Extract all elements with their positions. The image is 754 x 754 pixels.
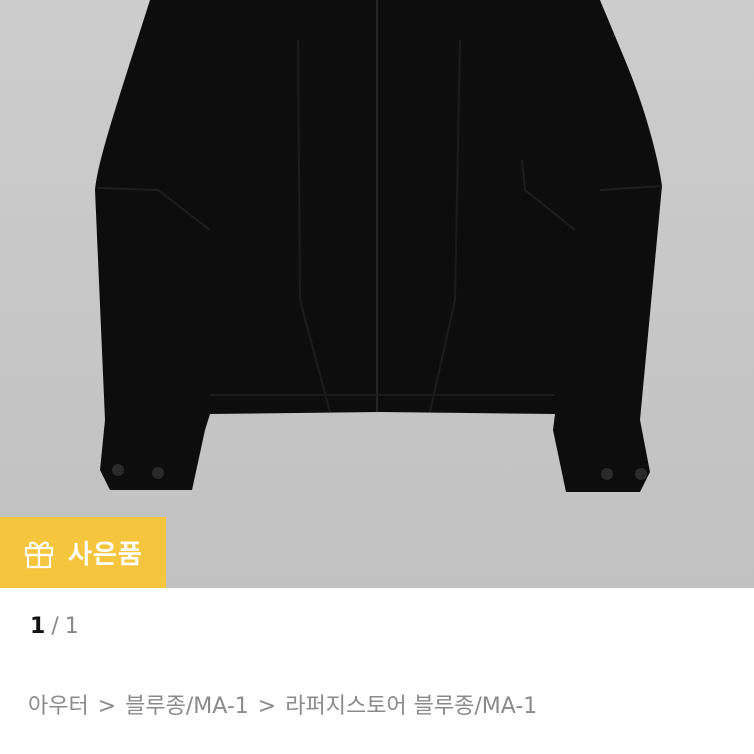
pager-total: 1	[64, 614, 79, 639]
breadcrumb-separator: >	[97, 694, 117, 719]
pager-current: 1	[30, 614, 46, 639]
breadcrumb-separator: >	[257, 694, 277, 719]
gift-badge[interactable]: 사은품	[0, 517, 166, 588]
gift-label: 사은품	[68, 540, 143, 570]
image-pager: 1 / 1	[30, 614, 79, 639]
jacket-illustration	[0, 0, 754, 588]
pager-separator: /	[51, 614, 59, 639]
gift-icon	[22, 536, 56, 570]
breadcrumb: 아우터 > 블루종/MA-1 > 라퍼지스토어 블루종/MA-1	[28, 688, 537, 720]
breadcrumb-item-store-blouson[interactable]: 라퍼지스토어 블루종/MA-1	[285, 688, 537, 720]
breadcrumb-item-blouson[interactable]: 블루종/MA-1	[125, 688, 249, 720]
breadcrumb-item-outer[interactable]: 아우터	[28, 688, 89, 720]
product-image[interactable]: 사은품	[0, 0, 754, 588]
